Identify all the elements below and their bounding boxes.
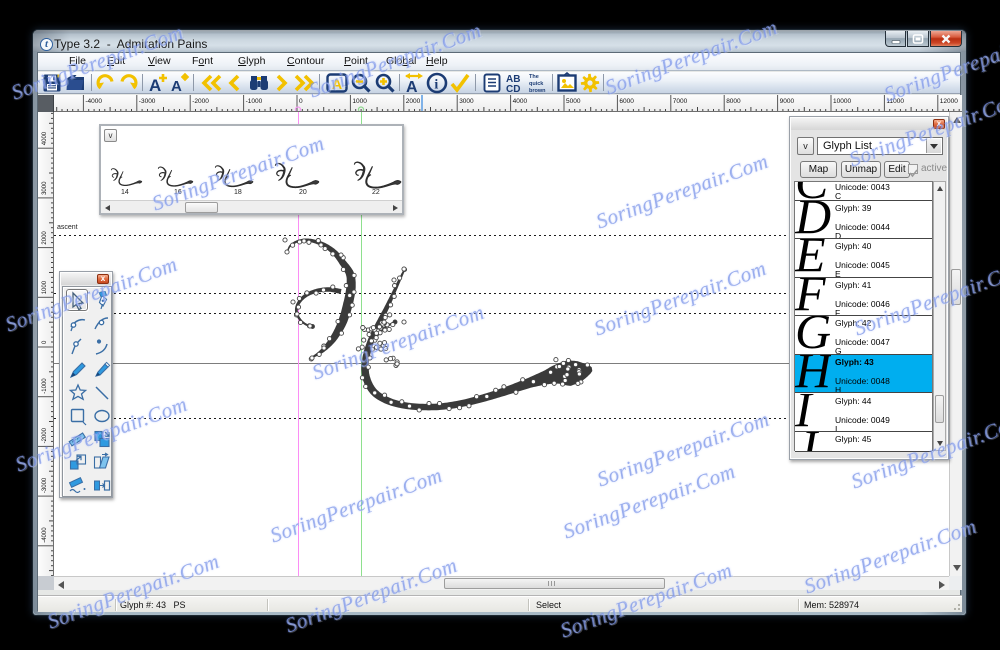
svg-text:3000: 3000	[42, 181, 48, 195]
svg-text:1000: 1000	[42, 280, 48, 294]
svg-text:11000: 11000	[886, 98, 904, 105]
svg-text:0: 0	[42, 340, 48, 344]
svg-text:brown: brown	[529, 88, 546, 94]
svg-text:-1000: -1000	[42, 378, 48, 394]
svg-text:A: A	[332, 76, 342, 92]
svg-text:i: i	[434, 78, 438, 93]
svg-text:6000: 6000	[619, 98, 634, 105]
svg-text:2000: 2000	[406, 98, 421, 105]
svg-text:4000: 4000	[513, 98, 528, 105]
svg-text:-4000: -4000	[42, 527, 48, 543]
svg-text:0: 0	[299, 98, 303, 105]
svg-text:12000: 12000	[940, 98, 958, 105]
svg-text:CD: CD	[506, 84, 520, 94]
svg-text:A: A	[171, 78, 182, 94]
svg-text:10000: 10000	[833, 98, 851, 105]
svg-text:7000: 7000	[673, 98, 688, 105]
svg-text:9000: 9000	[780, 98, 795, 105]
svg-text:2000: 2000	[42, 231, 48, 245]
svg-text:-3000: -3000	[139, 98, 156, 105]
svg-text:5000: 5000	[566, 98, 581, 105]
svg-text:4000: 4000	[42, 131, 48, 145]
svg-text:-2000: -2000	[192, 98, 209, 105]
svg-text:1000: 1000	[352, 98, 367, 105]
svg-text:-2000: -2000	[42, 427, 48, 443]
svg-text:A: A	[406, 79, 418, 94]
svg-text:8000: 8000	[726, 98, 741, 105]
svg-text:The: The	[529, 74, 539, 80]
svg-text:-3000: -3000	[42, 477, 48, 493]
svg-text:quick: quick	[529, 81, 544, 87]
svg-text:3000: 3000	[459, 98, 474, 105]
svg-text:-1000: -1000	[246, 98, 263, 105]
svg-text:-4000: -4000	[85, 98, 102, 105]
